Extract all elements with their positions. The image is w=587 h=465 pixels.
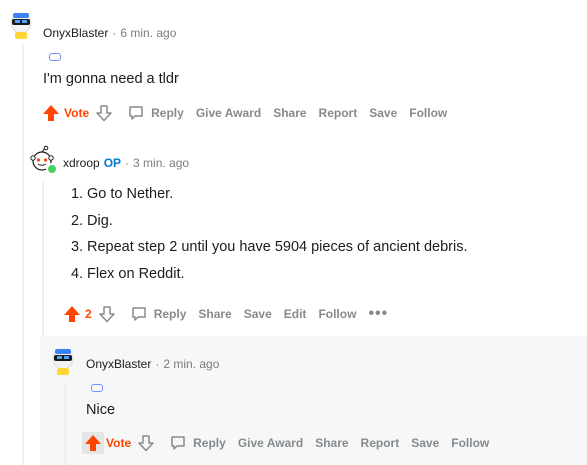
comment-actions: Vote Reply Give Award Share Report Save … [82, 431, 489, 455]
reply-button[interactable]: Reply [127, 104, 184, 122]
op-badge: OP [103, 156, 122, 170]
save-button[interactable]: Save [244, 307, 272, 321]
upvote-icon[interactable] [61, 303, 83, 325]
list-item: Go to Nether. [87, 186, 174, 202]
reply-label: Reply [151, 106, 184, 120]
thread-line[interactable] [22, 44, 24, 465]
report-button[interactable]: Report [319, 106, 358, 120]
timestamp[interactable]: 2 min. ago [163, 357, 219, 371]
separator: · [155, 357, 160, 371]
list-item: Dig. [87, 213, 113, 229]
username[interactable]: OnyxBlaster [43, 26, 108, 40]
follow-button[interactable]: Follow [318, 307, 356, 321]
upvote-icon[interactable] [82, 432, 104, 454]
list-number: 2. [71, 213, 84, 229]
online-status-icon [46, 163, 58, 175]
list-number: 1. [71, 186, 84, 202]
avatar[interactable] [48, 346, 78, 376]
reply-label: Reply [193, 436, 226, 450]
flair-icon [49, 53, 61, 61]
list-number: 4. [71, 266, 84, 282]
save-button[interactable]: Save [369, 106, 397, 120]
downvote-icon[interactable] [135, 432, 157, 454]
share-button[interactable]: Share [273, 106, 306, 120]
reply-label: Reply [153, 307, 187, 321]
timestamp[interactable]: 3 min. ago [133, 156, 189, 170]
save-button[interactable]: Save [411, 436, 439, 450]
username[interactable]: xdroop [63, 156, 100, 170]
list-item: Repeat step 2 until you have 5904 pieces… [87, 239, 468, 255]
flair-icon [91, 384, 103, 392]
follow-button[interactable]: Follow [451, 436, 489, 450]
comment-meta: OnyxBlaster · 6 min. ago [43, 26, 176, 40]
vote-count: 2 [85, 307, 92, 321]
upvote-icon[interactable] [40, 102, 62, 124]
reply-button[interactable]: Reply [130, 305, 187, 323]
share-button[interactable]: Share [315, 436, 348, 450]
give-award-button[interactable]: Give Award [196, 106, 261, 120]
list-number: 3. [71, 239, 84, 255]
comment-text: I'm gonna need a tldr [43, 71, 179, 87]
comment-meta: xdroop OP · 3 min. ago [63, 156, 189, 170]
vote-label: Vote [106, 436, 132, 450]
avatar[interactable] [6, 10, 36, 40]
downvote-icon[interactable] [93, 102, 115, 124]
separator: · [125, 156, 130, 170]
report-button[interactable]: Report [361, 436, 400, 450]
comment-actions: 2 Reply Share Save Edit Follow ••• [61, 302, 388, 326]
vote-label: Vote [64, 106, 90, 120]
share-button[interactable]: Share [198, 307, 231, 321]
downvote-icon[interactable] [96, 303, 118, 325]
list-item: Flex on Reddit. [87, 266, 185, 282]
username[interactable]: OnyxBlaster [86, 357, 151, 371]
comment-meta: OnyxBlaster · 2 min. ago [86, 357, 219, 371]
separator: · [112, 26, 117, 40]
comment-text: Nice [86, 402, 116, 418]
edit-button[interactable]: Edit [284, 307, 307, 321]
reply-button[interactable]: Reply [169, 434, 226, 452]
comment-icon [129, 106, 143, 120]
give-award-button[interactable]: Give Award [238, 436, 303, 450]
comment-icon [131, 307, 146, 321]
thread-line[interactable] [64, 384, 66, 465]
more-options-icon[interactable]: ••• [368, 306, 388, 322]
timestamp[interactable]: 6 min. ago [120, 26, 176, 40]
comment-icon [171, 436, 185, 450]
follow-button[interactable]: Follow [409, 106, 447, 120]
comment-actions: Vote Reply Give Award Share Report Save … [40, 101, 447, 125]
